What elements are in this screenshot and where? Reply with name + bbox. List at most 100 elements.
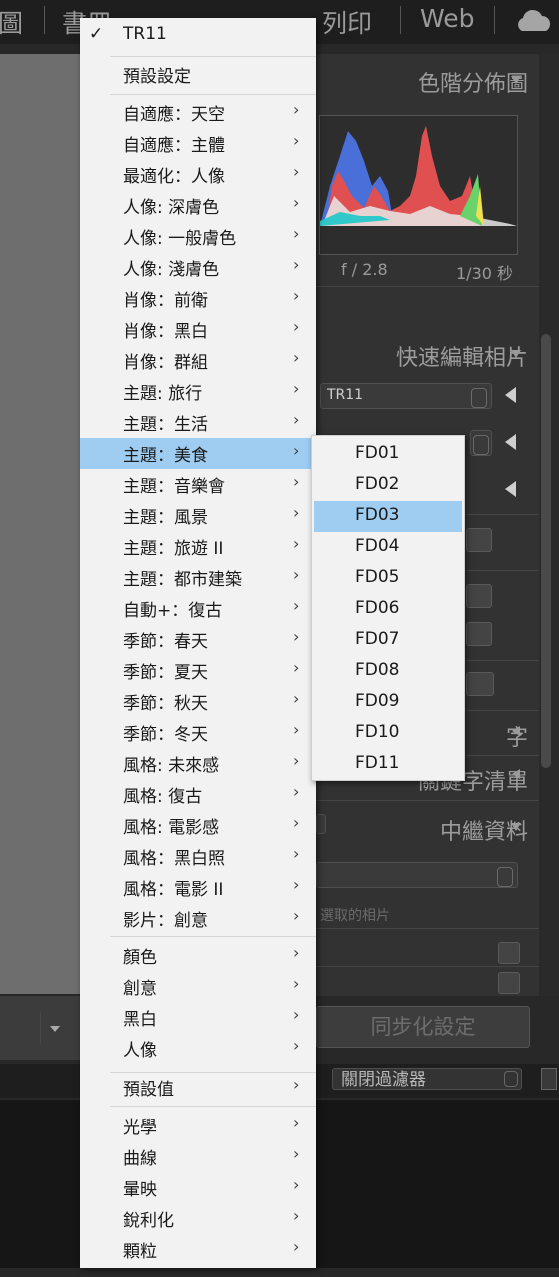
menu-item[interactable]: 自動+：復古 › xyxy=(80,593,316,624)
submenu-item[interactable]: FD04 xyxy=(314,532,462,563)
submenu-item[interactable]: FD06 xyxy=(314,594,462,625)
disclosure-triangle-icon[interactable] xyxy=(505,434,516,450)
submenu-item[interactable]: FD09 xyxy=(314,687,462,718)
menu-item-label: 自動+：復古 xyxy=(123,601,223,621)
metadata-panel-title[interactable]: 中繼資料 xyxy=(318,814,528,846)
menu-separator xyxy=(110,1106,316,1107)
menu-item[interactable]: 影片：創意 › xyxy=(80,903,316,934)
adjust-increase-button[interactable] xyxy=(466,528,492,552)
submenu-item-label: FD01 xyxy=(355,443,400,463)
expand-triangle-icon[interactable] xyxy=(512,769,520,779)
collapse-triangle-icon[interactable] xyxy=(511,350,521,358)
menu-item-label: 人像: 深膚色 xyxy=(123,198,220,218)
menu-item-preset-settings[interactable]: 預設設定 xyxy=(80,59,316,90)
module-map[interactable]: 圖 xyxy=(0,4,23,40)
menu-item[interactable]: 季節：夏天 › xyxy=(80,655,316,686)
scrollbar-thumb[interactable] xyxy=(541,334,551,768)
menu-item[interactable]: 人像 › xyxy=(80,1033,316,1064)
submenu-item[interactable]: FD07 xyxy=(314,625,462,656)
collapse-triangle-icon[interactable] xyxy=(511,76,521,84)
expand-triangle-icon[interactable] xyxy=(512,726,520,736)
menu-item-label: 最適化：人像 xyxy=(123,167,225,187)
menu-item[interactable]: 顏色 › xyxy=(80,940,316,971)
filter-lock-toggle[interactable] xyxy=(541,1068,557,1090)
histogram-panel-title[interactable]: 色階分佈圖 xyxy=(318,66,528,98)
menu-item[interactable]: 季節：秋天 › xyxy=(80,686,316,717)
collapse-triangle-icon[interactable] xyxy=(511,823,521,831)
menu-item[interactable]: 黑白 › xyxy=(80,1002,316,1033)
filter-select[interactable]: 關閉過濾器 xyxy=(332,1068,522,1090)
module-print[interactable]: 列印 xyxy=(322,4,372,40)
saved-preset-select[interactable]: TR11 xyxy=(320,383,492,409)
chevron-right-icon: › xyxy=(293,627,300,646)
menu-item[interactable]: 創意 › xyxy=(80,971,316,1002)
submenu-item-label: FD10 xyxy=(355,722,400,742)
menu-item-label: 人像 xyxy=(123,1041,157,1061)
menu-item[interactable]: 主題：生活 › xyxy=(80,407,316,438)
menu-item[interactable]: 自適應：天空 › xyxy=(80,97,316,128)
menu-item[interactable]: 主題：旅遊 II › xyxy=(80,531,316,562)
menu-item[interactable]: 主題：風景 › xyxy=(80,500,316,531)
menu-item[interactable]: 季節：春天 › xyxy=(80,624,316,655)
sync-settings-button[interactable]: 同步化設定 xyxy=(316,1006,530,1048)
menu-item[interactable]: 主題：都市建築 › xyxy=(80,562,316,593)
menu-item[interactable]: 風格: 未來感 › xyxy=(80,748,316,779)
menu-item[interactable]: 暈映 › xyxy=(80,1172,316,1203)
list-icon[interactable] xyxy=(498,942,520,964)
adjust-increase-button[interactable] xyxy=(466,622,492,646)
white-balance-select[interactable] xyxy=(470,430,492,456)
menu-item[interactable]: 季節：冬天 › xyxy=(80,717,316,748)
menu-item-label: 人像: 淺膚色 xyxy=(123,260,220,280)
menu-item[interactable]: 肖像：前衛 › xyxy=(80,283,316,314)
disclosure-triangle-icon[interactable] xyxy=(505,387,516,403)
menu-item[interactable]: 自適應：主體 › xyxy=(80,128,316,159)
shutter-readout: 1/30 秒 xyxy=(456,264,514,283)
menu-item[interactable]: 肖像：黑白 › xyxy=(80,314,316,345)
menu-item[interactable]: 風格: 復古 › xyxy=(80,779,316,810)
menu-item[interactable]: 銳利化 › xyxy=(80,1203,316,1234)
menu-item[interactable]: 預設值 › xyxy=(80,1072,316,1103)
cloud-icon[interactable] xyxy=(514,9,554,33)
menu-item[interactable]: 主題：美食 › xyxy=(80,438,316,469)
menu-item[interactable]: 曲線 › xyxy=(80,1141,316,1172)
menu-item-label: 自適應：天空 xyxy=(123,105,225,125)
panel-divider xyxy=(316,286,539,287)
chevron-right-icon: › xyxy=(293,131,300,150)
menu-item[interactable]: 顆粒 › xyxy=(80,1234,316,1265)
menu-item[interactable]: 人像: 淺膚色 › xyxy=(80,252,316,283)
chevron-down-icon[interactable] xyxy=(40,1008,80,1048)
menu-item[interactable]: 風格: 電影感 › xyxy=(80,810,316,841)
submenu-item[interactable]: FD08 xyxy=(314,656,462,687)
submenu-item[interactable]: FD01 xyxy=(314,439,462,470)
chevron-right-icon: › xyxy=(293,410,300,429)
metadata-view-select[interactable] xyxy=(316,862,518,888)
menu-item[interactable]: 人像: 一般膚色 › xyxy=(80,221,316,252)
submenu-item[interactable]: FD02 xyxy=(314,470,462,501)
module-separator xyxy=(44,6,45,34)
submenu-item-label: FD03 xyxy=(355,505,400,525)
submenu-item[interactable]: FD05 xyxy=(314,563,462,594)
menu-item[interactable]: 主題：音樂會 › xyxy=(80,469,316,500)
disclosure-triangle-icon[interactable] xyxy=(505,481,516,497)
menu-item[interactable]: 最適化：人像 › xyxy=(80,159,316,190)
menu-item-tr11[interactable]: ✓ TR11 xyxy=(80,21,316,52)
go-to-arrow-icon[interactable] xyxy=(498,972,520,994)
module-web[interactable]: Web xyxy=(420,4,475,33)
menu-separator xyxy=(110,94,316,95)
menu-item[interactable]: 風格：電影 II › xyxy=(80,872,316,903)
submenu-item[interactable]: FD11 xyxy=(314,749,462,780)
reset-all-button[interactable] xyxy=(466,672,494,696)
menu-item[interactable]: 主題: 旅行 › xyxy=(80,376,316,407)
submenu-item[interactable]: FD10 xyxy=(314,718,462,749)
quick-develop-panel-title[interactable]: 快速編輯相片 xyxy=(318,340,528,372)
menu-item[interactable]: 光學 › xyxy=(80,1110,316,1141)
submenu-item[interactable]: FD03 xyxy=(314,501,462,532)
menu-item-label: 風格: 未來感 xyxy=(123,756,220,776)
menu-item-label: 季節：夏天 xyxy=(123,663,208,683)
submenu-item-label: FD04 xyxy=(355,536,400,556)
menu-item[interactable]: 人像: 深膚色 › xyxy=(80,190,316,221)
menu-item[interactable]: 肖像：群組 › xyxy=(80,345,316,376)
submenu-item-label: FD09 xyxy=(355,691,400,711)
menu-item[interactable]: 風格：黑白照 › xyxy=(80,841,316,872)
adjust-increase-button[interactable] xyxy=(466,584,492,608)
